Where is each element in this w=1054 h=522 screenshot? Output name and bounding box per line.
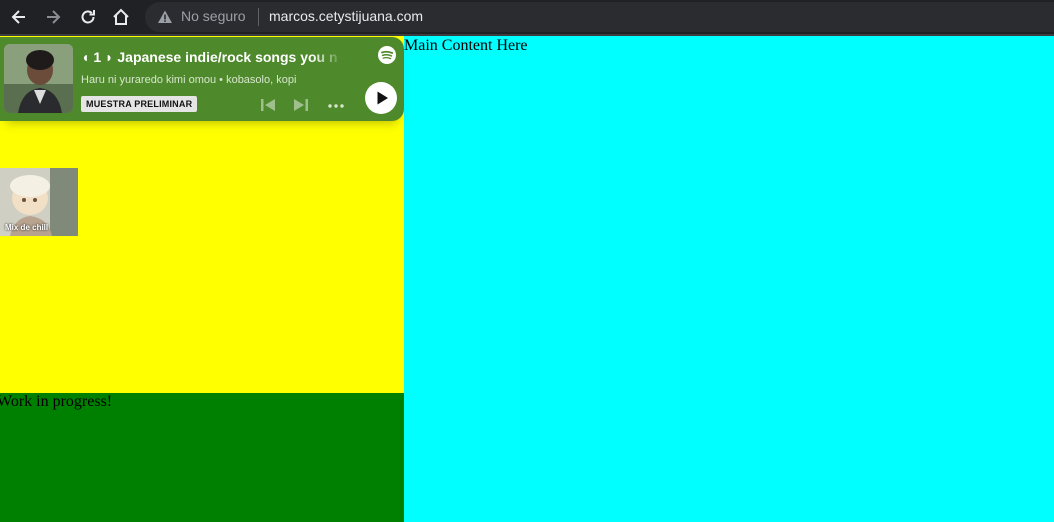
album-art-image (4, 44, 73, 113)
security-status[interactable]: No seguro (181, 8, 246, 24)
more-options-icon[interactable] (327, 96, 345, 114)
skip-previous-icon[interactable] (259, 96, 277, 114)
warning-icon (158, 10, 172, 23)
main-content: Main Content Here (404, 36, 1054, 522)
address-bar[interactable]: No seguro marcos.cetystijuana.com (145, 2, 1054, 32)
back-arrow-icon (11, 10, 25, 24)
reload-button[interactable] (76, 5, 100, 29)
mix-label: Mix de chill (5, 223, 49, 232)
url-divider (258, 8, 259, 26)
album-cover[interactable] (4, 44, 73, 113)
reload-icon (81, 10, 95, 24)
preview-badge: MUESTRA PRELIMINAR (81, 96, 198, 112)
mix-thumbnail[interactable]: Mix de chill (0, 168, 78, 236)
play-button[interactable] (365, 82, 397, 114)
main-content-text: Main Content Here (404, 37, 528, 54)
footer-text: Work in progress! (0, 393, 113, 410)
footer-section: Work in progress! (0, 393, 404, 522)
browser-toolbar: No seguro marcos.cetystijuana.com (0, 0, 1054, 36)
forward-button[interactable] (41, 5, 65, 29)
spotify-embed[interactable]: ◖ 1 ◗ Japanese indie/rock songs you n Ha… (0, 37, 404, 121)
spotify-logo-icon[interactable] (377, 45, 397, 65)
home-icon (113, 8, 129, 25)
forward-arrow-icon (47, 10, 61, 24)
home-button[interactable] (109, 5, 133, 29)
track-artists[interactable]: Haru ni yuraredo kimi omou • kobasolo, k… (81, 74, 296, 86)
back-button[interactable] (7, 5, 31, 29)
skip-next-icon[interactable] (292, 96, 310, 114)
url-text[interactable]: marcos.cetystijuana.com (269, 8, 423, 24)
track-title[interactable]: ◖ 1 ◗ Japanese indie/rock songs you n (81, 49, 343, 65)
